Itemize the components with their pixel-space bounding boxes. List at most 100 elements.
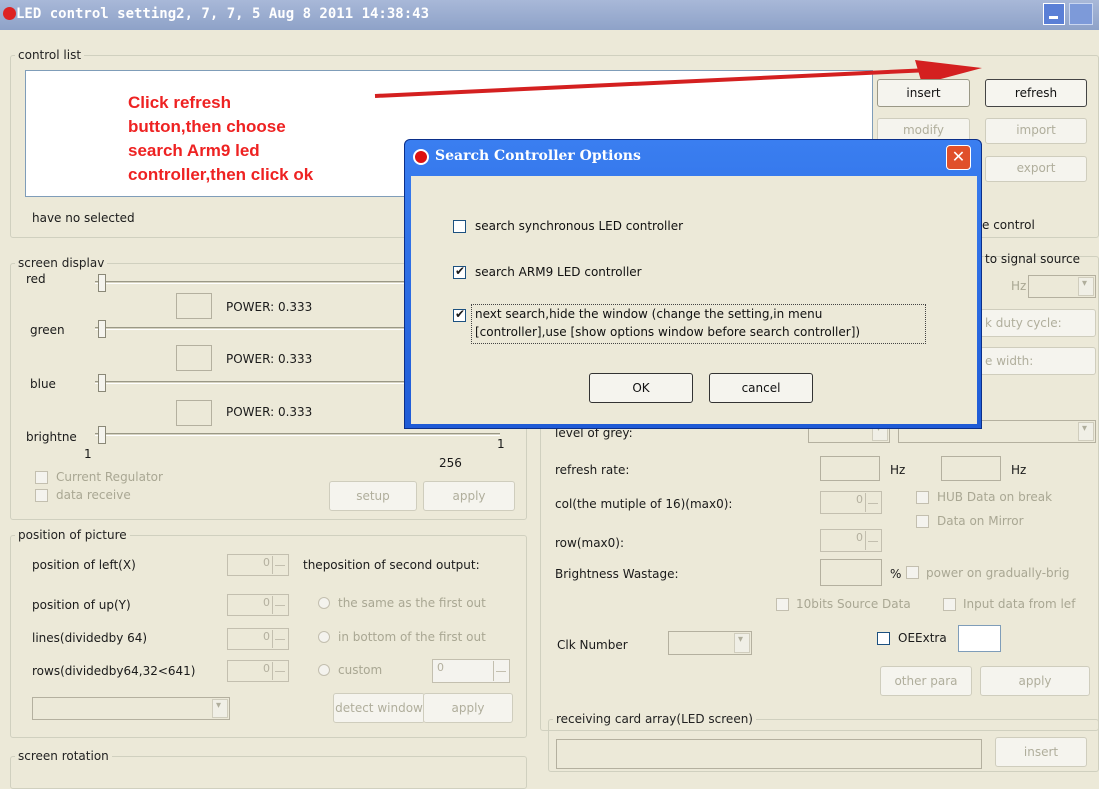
- power-on-gradually-label: power on gradually-brig: [926, 566, 1070, 580]
- spinner-value: 0: [437, 661, 444, 674]
- red-label: red: [26, 272, 46, 286]
- apply-right-button[interactable]: apply: [980, 666, 1090, 696]
- spinner-value: 0: [856, 531, 863, 544]
- custom-spinner[interactable]: 0: [432, 659, 510, 683]
- opt-hide-window-checkbox[interactable]: ✔: [453, 307, 466, 322]
- custom-radio[interactable]: [318, 664, 330, 676]
- data-receive-checkbox[interactable]: [35, 489, 48, 502]
- insert-card-button[interactable]: insert: [995, 737, 1087, 767]
- same-as-first-radio[interactable]: [318, 597, 330, 609]
- spinner-arrows[interactable]: [272, 630, 287, 648]
- duty-cycle-button[interactable]: k duty cycle:: [980, 309, 1096, 337]
- left-x-spinner[interactable]: 0: [227, 554, 289, 576]
- spinner-arrows[interactable]: [865, 493, 880, 512]
- apply-display-button[interactable]: apply: [423, 481, 515, 511]
- row-spinner[interactable]: 0: [820, 529, 882, 552]
- lines-label: lines(dividedby 64): [32, 631, 148, 645]
- spinner-value: 0: [263, 556, 270, 569]
- bits10-checkbox[interactable]: [776, 598, 789, 611]
- hub-data-checkbox[interactable]: [916, 491, 929, 504]
- width-button[interactable]: e width:: [980, 347, 1096, 375]
- up-y-label: position of up(Y): [32, 598, 131, 612]
- chevron-down-icon[interactable]: [734, 633, 750, 653]
- maximize-button[interactable]: [1069, 3, 1093, 25]
- signal-hz-combo[interactable]: [1028, 275, 1096, 298]
- apply-position-button[interactable]: apply: [423, 693, 513, 723]
- opt-hide-window-line1: next search,hide the window (change the …: [475, 307, 823, 321]
- other-para-button[interactable]: other para: [880, 666, 972, 696]
- app-icon: [3, 7, 16, 20]
- red-slider-thumb[interactable]: [98, 274, 106, 292]
- up-y-spinner[interactable]: 0: [227, 594, 289, 616]
- hz-partial: Hz: [1011, 279, 1027, 293]
- spinner-arrows[interactable]: [865, 531, 880, 550]
- opt-arm9-checkbox[interactable]: ✔: [453, 264, 466, 279]
- spinner-arrows[interactable]: [272, 556, 287, 574]
- export-button[interactable]: export: [985, 156, 1087, 182]
- dialog-app-icon: [413, 149, 429, 165]
- power-on-gradually-checkbox[interactable]: [906, 566, 919, 579]
- lines-spinner[interactable]: 0: [227, 628, 289, 650]
- current-regulator-checkbox[interactable]: [35, 471, 48, 484]
- refresh-rate-field-2[interactable]: [941, 456, 1001, 481]
- green-power: POWER: 0.333: [226, 352, 313, 366]
- chevron-down-icon[interactable]: [1078, 422, 1094, 441]
- oe-extra-checkbox[interactable]: [877, 632, 890, 645]
- minimize-button[interactable]: [1043, 3, 1065, 25]
- blue-label: blue: [30, 377, 56, 391]
- brightness-wastage-field[interactable]: [820, 559, 882, 586]
- refresh-rate-field[interactable]: [820, 456, 880, 481]
- opt-arm9-label: search ARM9 LED controller: [475, 265, 642, 279]
- brightness-label: brightne: [26, 430, 77, 444]
- dialog-title: Search Controller Options: [435, 148, 641, 164]
- dialog-body: search synchronous LED controller ✔ sear…: [411, 176, 977, 424]
- custom-label: custom: [338, 663, 383, 677]
- cancel-button[interactable]: cancel: [709, 373, 813, 403]
- spinner-value: 0: [263, 596, 270, 609]
- green-slider-thumb[interactable]: [98, 320, 106, 338]
- detect-window-button[interactable]: detect window: [333, 693, 425, 723]
- screen-rotation-group: screen rotation: [10, 749, 527, 789]
- window-title: LED control setting2, 7, 7, 5 Aug 8 2011…: [16, 6, 430, 22]
- col-spinner[interactable]: 0: [820, 491, 882, 514]
- close-icon[interactable]: ✕: [946, 145, 971, 170]
- control-list-legend: control list: [18, 48, 82, 62]
- chevron-down-icon[interactable]: [212, 699, 228, 718]
- chevron-down-icon[interactable]: [1078, 277, 1094, 296]
- blue-slider-thumb[interactable]: [98, 374, 106, 392]
- data-receive-label: data receive: [56, 488, 131, 502]
- check-icon: ✔: [455, 264, 466, 278]
- brightness-max: 256: [439, 456, 462, 470]
- insert-button[interactable]: insert: [877, 79, 970, 107]
- bottom-of-first-radio[interactable]: [318, 631, 330, 643]
- spinner-value: 0: [856, 493, 863, 506]
- spinner-arrows[interactable]: [272, 596, 287, 614]
- clk-number-combo[interactable]: [668, 631, 752, 655]
- rows-label: rows(dividedby64,32<641): [32, 664, 196, 678]
- spinner-arrows[interactable]: [493, 661, 508, 681]
- setup-button[interactable]: setup: [329, 481, 417, 511]
- red-value-field: [176, 293, 212, 319]
- input-from-left-checkbox[interactable]: [943, 598, 956, 611]
- opt-hide-window-line2: [controller],use [show options window be…: [475, 325, 861, 339]
- ok-button[interactable]: OK: [589, 373, 693, 403]
- bits10-label: 10bits Source Data: [796, 597, 911, 611]
- position-combo[interactable]: [32, 697, 230, 720]
- data-mirror-checkbox[interactable]: [916, 515, 929, 528]
- spinner-arrows[interactable]: [272, 662, 287, 680]
- rows-spinner[interactable]: 0: [227, 660, 289, 682]
- receiving-card-legend: receiving card array(LED screen): [556, 712, 753, 726]
- spinner-value: 0: [263, 662, 270, 675]
- oe-extra-field[interactable]: [958, 625, 1001, 652]
- blue-value-field: [176, 400, 212, 426]
- oe-extra-label: OEExtra: [898, 631, 947, 645]
- hz-unit-1: Hz: [890, 463, 906, 477]
- brightness-slider-thumb[interactable]: [98, 426, 106, 444]
- hz-unit-2: Hz: [1011, 463, 1027, 477]
- instruction-annotation: Click refresh button,then choose search …: [128, 91, 313, 187]
- instruction-line: button,then choose: [128, 117, 286, 136]
- opt-synchronous-checkbox[interactable]: [453, 220, 466, 233]
- refresh-button[interactable]: refresh: [985, 79, 1087, 107]
- import-button[interactable]: import: [985, 118, 1087, 144]
- second-output-label: theposition of second output:: [303, 558, 480, 572]
